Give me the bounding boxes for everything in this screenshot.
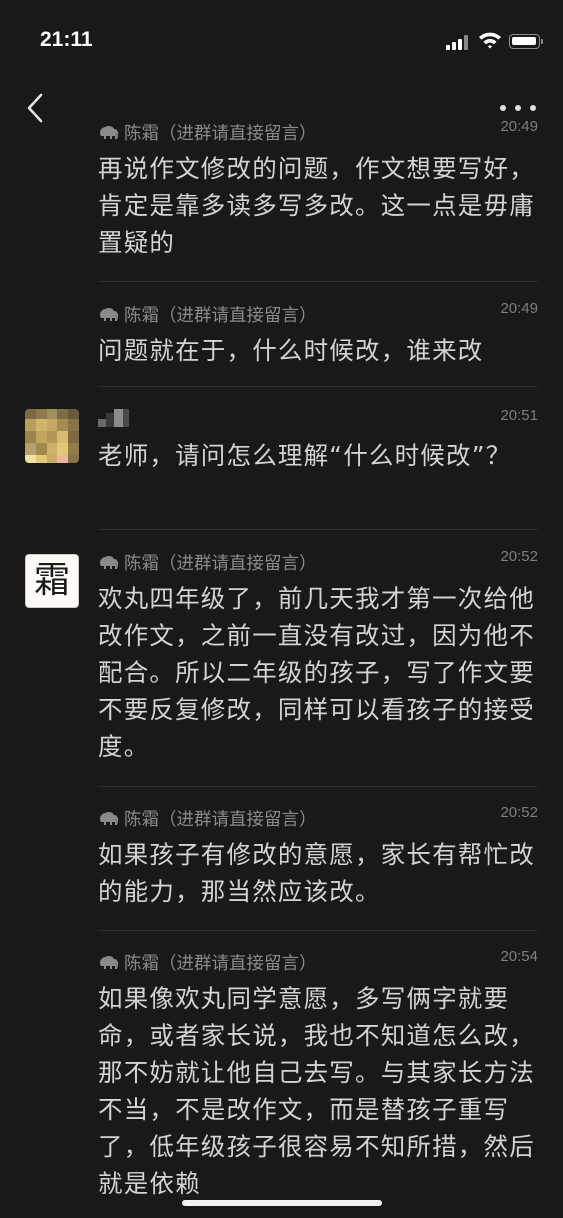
message-time: 20:51 [500,407,538,424]
divider [98,281,538,282]
back-button[interactable] [22,92,50,124]
elephant-icon [100,955,119,969]
message-time: 20:52 [500,548,538,565]
message-time: 20:52 [500,804,538,821]
status-time: 21:11 [40,28,93,51]
message-text: 老师，请问怎么理解“什么时候改”？ [98,441,512,470]
divider [98,930,538,931]
message[interactable]: 陈霜（进群请直接留言） 20:49 问题就在于，什么时候改，谁来改 [98,300,538,369]
cellular-signal-icon [446,35,472,50]
avatar[interactable] [25,409,79,463]
message[interactable]: 陈霜（进群请直接留言） 20:52 欢丸四年级了，前几天我才第一次给他改作文，之… [98,548,538,765]
home-indicator[interactable] [182,1200,382,1206]
more-options-button[interactable] [500,103,536,113]
elephant-icon [100,555,119,569]
status-bar: 21:11 [0,0,563,80]
message-time: 20:49 [500,300,538,317]
sender-name: 陈霜（进群请直接留言） [124,810,317,830]
elephant-icon [100,811,119,825]
message-text: 再说作文修改的问题，作文想要写好，肯定是靠多读多写多改。这一点是毋庸置疑的 [98,154,535,257]
battery-tip [541,39,543,44]
divider [98,386,538,387]
elephant-icon [100,307,119,321]
wifi-icon [479,32,501,49]
sender-name: 陈霜（进群请直接留言） [124,306,317,326]
message-text: 如果像欢丸同学意愿，多写俩字就要命，或者家长说，我也不知道怎么改，那不妨就让他自… [98,984,535,1198]
message-time: 20:49 [500,118,538,135]
sender-name: 陈霜（进群请直接留言） [124,554,317,574]
message-text: 欢丸四年级了，前几天我才第一次给他改作文，之前一直没有改过，因为他不配合。所以二… [98,584,535,761]
message[interactable]: 陈霜（进群请直接留言） 20:52 如果孩子有修改的意愿，家长有帮忙改的能力，那… [98,804,538,910]
message[interactable]: 陈霜（进群请直接留言） 20:49 再说作文修改的问题，作文想要写好，肯定是靠多… [98,118,538,261]
avatar[interactable]: 霜 [25,554,79,608]
blurred-sender-name [98,409,132,427]
message[interactable]: 20:51 老师，请问怎么理解“什么时候改”？ [98,407,538,474]
avatar-character: 霜 [33,560,70,601]
elephant-icon [100,125,119,139]
battery-icon [509,34,540,49]
sender-name: 陈霜（进群请直接留言） [124,954,317,974]
divider [98,786,538,787]
message-time: 20:54 [500,948,538,965]
message[interactable]: 陈霜（进群请直接留言） 20:54 如果像欢丸同学意愿，多写俩字就要命，或者家长… [98,948,538,1202]
message-text: 如果孩子有修改的意愿，家长有帮忙改的能力，那当然应该改。 [98,840,535,906]
message-text: 问题就在于，什么时候改，谁来改 [98,336,484,365]
sender-name: 陈霜（进群请直接留言） [124,124,317,144]
divider [98,529,538,530]
